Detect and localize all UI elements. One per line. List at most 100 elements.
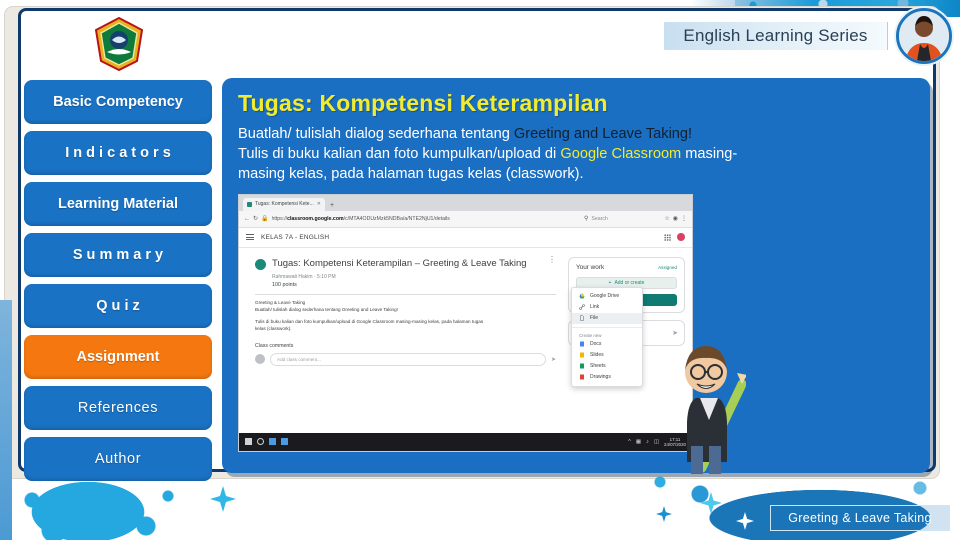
tab-close-icon[interactable]: ✕ — [317, 201, 321, 207]
comment-avatar — [255, 354, 265, 365]
taskbar-left-icons — [245, 438, 288, 446]
menu-item-label: Sheets — [590, 363, 606, 370]
url-input[interactable]: https://classroom.google.com/c/MTA4ODUzM… — [272, 216, 581, 222]
menu-item-label: Drawings — [590, 374, 611, 381]
network-icon[interactable]: ▦ — [636, 439, 641, 445]
sidebar-item-basic-competency[interactable]: Basic Competency — [24, 80, 212, 124]
sidebar-item-label: Author — [94, 451, 142, 467]
assignment-points: 100 points — [272, 281, 297, 288]
sidebar-item-label: Basic Competency — [53, 94, 183, 110]
class-comments-label: Class comments — [255, 342, 294, 349]
menu-item-label: Google Drive — [590, 293, 620, 300]
menu-item-docs[interactable]: Docs — [572, 339, 642, 350]
battery-icon[interactable]: ◫ — [654, 439, 659, 445]
sidebar-item-summary[interactable]: S u m m a r y — [24, 233, 212, 277]
plus-icon: + — [608, 279, 612, 286]
star-decoration-4 — [656, 506, 672, 522]
your-work-status-badge: Assigned — [658, 264, 677, 270]
content-body: Buatlah/ tulislah dialog sederhana tenta… — [238, 125, 914, 185]
assignment-more-icon[interactable]: ⋮ — [548, 256, 556, 264]
sidebar-item-references[interactable]: References — [24, 386, 212, 430]
sidebar-item-label: Learning Material — [57, 196, 179, 212]
left-edge-band — [0, 300, 12, 540]
your-work-title: Your work — [576, 263, 605, 271]
docs-icon — [580, 341, 584, 347]
embedded-browser-screenshot: Tugas: Kompetensi Kete... ✕ + ← ↻ 🔒 http… — [238, 193, 693, 452]
menu-item-google-drive[interactable]: Google Drive — [572, 291, 642, 302]
sidebar-item-author[interactable]: Author — [24, 437, 212, 481]
assignment-meta: Rahmawati Hakim · 5:10 PM — [272, 273, 336, 280]
tray-expand-icon[interactable]: ^ — [628, 439, 631, 445]
content-line3: masing kelas, pada halaman tugas kelas (… — [238, 165, 584, 182]
star-decoration-2 — [700, 492, 722, 514]
your-work-header: Your work Assigned — [576, 264, 677, 271]
sidebar-item-label: S u m m a r y — [72, 247, 164, 263]
menu-item-file[interactable]: File — [572, 312, 642, 324]
reload-icon[interactable]: ↻ — [253, 215, 258, 222]
sidebar-item-assignment[interactable]: Assignment — [24, 335, 212, 379]
menu-item-label: Slides — [590, 352, 604, 359]
slide-root: English Learning Series Basic Competency… — [0, 0, 960, 540]
school-emblem-logo — [92, 16, 146, 72]
add-or-create-dropdown: Google Drive Link File Create new Docs S… — [571, 286, 643, 387]
desc-line-3: Tulis di buku kalian dan foto kumpulkan/… — [255, 318, 484, 324]
assignment-divider — [255, 293, 556, 295]
topic-badge-label: Greeting & Leave Taking — [788, 511, 932, 525]
menu-kebab-icon[interactable]: ⋮ — [681, 215, 687, 222]
tab-favicon-icon — [247, 201, 252, 207]
browser-tab-label: Tugas: Kompetensi Kete... — [255, 201, 314, 208]
add-or-create-label: Add or create — [614, 279, 645, 286]
menu-item-label: Docs — [590, 341, 602, 348]
content-line2-highlight: Google Classroom — [560, 145, 682, 162]
sidebar-item-label: Q u i z — [96, 298, 140, 314]
hamburger-menu-icon[interactable] — [246, 234, 254, 241]
content-line1-plain: Buatlah/ tulislah dialog sederhana tenta… — [238, 126, 514, 142]
menu-item-link[interactable]: Link — [572, 302, 642, 313]
sidebar-item-indicators[interactable]: I n d i c a t o r s — [24, 131, 212, 175]
cartoon-mascot-illustration — [685, 346, 746, 474]
taskview-icon[interactable] — [269, 438, 276, 446]
desc-line-1: Greeting & Leave Taking — [255, 299, 306, 305]
content-line2-tail: masing- — [681, 145, 738, 162]
link-icon — [579, 304, 585, 311]
bottom-left-splatter — [18, 480, 198, 540]
sidebar-item-learning-material[interactable]: Learning Material — [24, 182, 212, 226]
classroom-class-title: KELAS 7A - ENGLISH — [261, 233, 330, 241]
back-arrow-icon[interactable]: ← — [244, 216, 250, 222]
start-button-icon[interactable] — [245, 438, 252, 446]
chrome-taskbar-icon[interactable] — [281, 438, 288, 446]
menu-item-drawings[interactable]: Drawings — [572, 372, 642, 383]
assignment-icon — [255, 258, 266, 270]
apps-grid-icon[interactable] — [664, 233, 671, 241]
sidebar-nav: Basic Competency I n d i c a t o r s Lea… — [24, 80, 212, 481]
assignment-title: Tugas: Kompetensi Keterampilan – Greetin… — [272, 257, 527, 269]
browser-tab-bar: Tugas: Kompetensi Kete... ✕ + — [239, 194, 692, 211]
menu-item-slides[interactable]: Slides — [572, 350, 642, 361]
content-title: Tugas: Kompetensi Keterampilan — [238, 90, 608, 116]
url-domain: classroom.google.com — [287, 215, 344, 222]
menu-item-sheets[interactable]: Sheets — [572, 361, 642, 372]
sidebar-item-quiz[interactable]: Q u i z — [24, 284, 212, 328]
account-avatar-icon[interactable] — [677, 233, 685, 242]
lock-icon: 🔒 — [261, 216, 269, 223]
menu-item-label: Link — [590, 304, 600, 311]
sidebar-item-label: Assignment — [76, 349, 160, 365]
star-decoration-1 — [210, 486, 236, 512]
topic-badge: Greeting & Leave Taking — [770, 505, 950, 531]
bookmark-star-icon[interactable]: ☆ — [664, 215, 669, 222]
profile-icon[interactable]: ◉ — [673, 215, 678, 222]
send-comment-icon[interactable]: ➤ — [551, 356, 556, 363]
browser-url-bar: ← ↻ 🔒 https://classroom.google.com/c/MTA… — [239, 210, 692, 228]
file-icon — [580, 315, 584, 322]
browser-tab[interactable]: Tugas: Kompetensi Kete... ✕ — [243, 197, 325, 211]
menu-item-label: File — [590, 315, 599, 322]
drawings-icon — [580, 374, 584, 380]
cortana-search-icon[interactable] — [257, 438, 264, 446]
content-panel: Tugas: Kompetensi Keterampilan Buatlah/ … — [222, 78, 930, 473]
new-tab-button[interactable]: + — [330, 202, 334, 209]
class-comment-input[interactable]: Add class comment... — [270, 352, 546, 366]
volume-icon[interactable]: ♪ — [646, 439, 649, 445]
search-input[interactable]: Search — [591, 216, 661, 222]
desc-line-2: Buatlah/ tulislah dialog sederhana tenta… — [255, 306, 398, 312]
sidebar-item-label: I n d i c a t o r s — [65, 145, 171, 161]
